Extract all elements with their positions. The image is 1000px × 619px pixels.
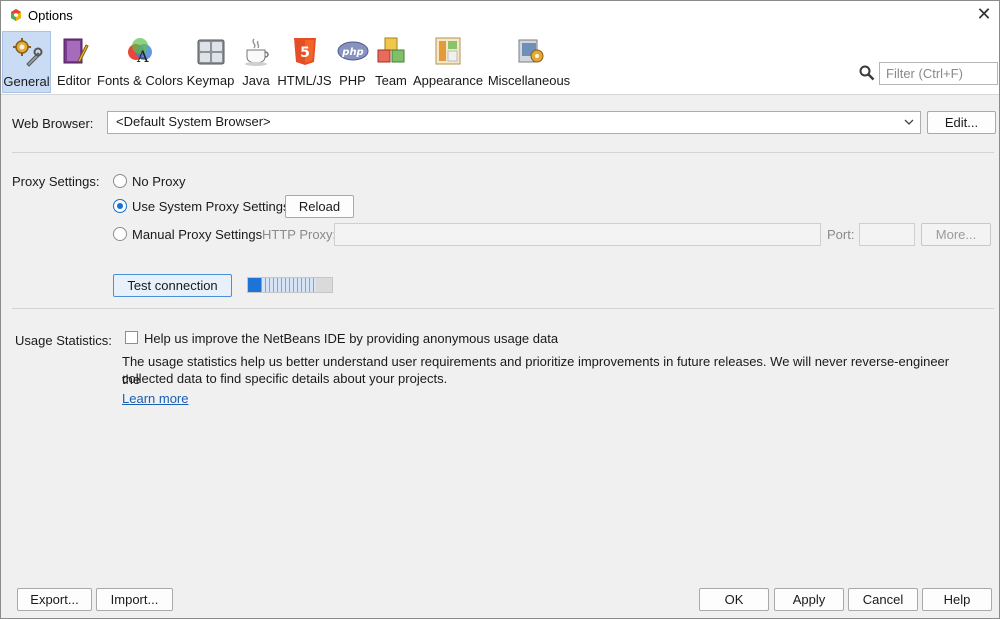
system-proxy-label: Use System Proxy Settings bbox=[132, 199, 290, 214]
chevron-down-icon bbox=[904, 119, 914, 125]
web-browser-label: Web Browser: bbox=[12, 116, 94, 131]
tab-keymap[interactable]: Keymap bbox=[186, 31, 235, 93]
tab-editor[interactable]: Editor bbox=[54, 31, 94, 93]
tab-editor-label: Editor bbox=[57, 73, 91, 88]
netbeans-logo-icon bbox=[11, 9, 21, 21]
usage-checkbox-label: Help us improve the NetBeans IDE by prov… bbox=[144, 331, 559, 346]
web-browser-value: <Default System Browser> bbox=[116, 114, 271, 129]
tab-fonts-colors[interactable]: A Fonts & Colors bbox=[97, 31, 183, 93]
usage-description-line2: collected data to find specific details … bbox=[122, 371, 448, 386]
http-proxy-input[interactable] bbox=[334, 223, 821, 246]
tab-appearance[interactable]: Appearance bbox=[412, 31, 484, 93]
keymap-icon bbox=[197, 39, 224, 65]
edit-browser-button[interactable]: Edit... bbox=[927, 111, 996, 134]
port-input[interactable] bbox=[859, 223, 915, 246]
general-icon bbox=[12, 38, 42, 67]
ok-button[interactable]: OK bbox=[699, 588, 769, 611]
test-connection-button[interactable]: Test connection bbox=[113, 274, 232, 297]
progress-fill bbox=[248, 278, 261, 292]
editor-icon bbox=[63, 38, 89, 64]
tab-team-label: Team bbox=[375, 73, 407, 88]
title-bar: Options ✕ bbox=[1, 1, 999, 31]
tab-miscellaneous-label: Miscellaneous bbox=[487, 73, 571, 88]
help-button[interactable]: Help bbox=[922, 588, 992, 611]
fonts-colors-icon: A bbox=[128, 38, 152, 66]
cancel-button[interactable]: Cancel bbox=[848, 588, 918, 611]
usage-statistics-checkbox[interactable] bbox=[125, 331, 138, 344]
tab-miscellaneous[interactable]: Miscellaneous bbox=[487, 31, 571, 93]
team-icon bbox=[377, 37, 405, 63]
filter-input[interactable] bbox=[879, 62, 998, 85]
close-window-button[interactable]: ✕ bbox=[973, 5, 995, 27]
svg-text:php: php bbox=[341, 47, 363, 58]
tab-java[interactable]: Java bbox=[240, 31, 272, 93]
connection-progress-bar bbox=[247, 277, 333, 293]
tab-php-label: PHP bbox=[339, 73, 366, 88]
proxy-settings-label: Proxy Settings: bbox=[12, 174, 100, 189]
options-window: Options ✕ General Editor A Fonts & Color… bbox=[0, 0, 1000, 619]
svg-text:A: A bbox=[136, 47, 149, 66]
tab-php[interactable]: php PHP bbox=[336, 31, 369, 93]
html5-icon: 5 bbox=[293, 38, 316, 65]
reload-button[interactable]: Reload bbox=[285, 195, 354, 218]
tab-fonts-colors-label: Fonts & Colors bbox=[97, 73, 183, 88]
tab-html-js-label: HTML/JS bbox=[277, 73, 332, 88]
manual-proxy-label: Manual Proxy Settings bbox=[132, 227, 263, 242]
http-proxy-label: HTTP Proxy: bbox=[262, 227, 337, 242]
java-icon bbox=[245, 38, 269, 66]
more-button[interactable]: More... bbox=[921, 223, 991, 246]
learn-more-link[interactable]: Learn more bbox=[122, 391, 188, 406]
window-title: Options bbox=[28, 8, 73, 23]
search-icon bbox=[859, 65, 875, 81]
tab-keymap-label: Keymap bbox=[186, 73, 235, 88]
svg-text:5: 5 bbox=[300, 45, 310, 61]
tab-general-label: General bbox=[3, 74, 50, 89]
miscellaneous-icon bbox=[518, 39, 544, 63]
tab-java-label: Java bbox=[242, 73, 270, 88]
php-icon: php bbox=[337, 41, 368, 61]
progress-stripes bbox=[261, 278, 316, 292]
tab-appearance-label: Appearance bbox=[412, 73, 484, 88]
export-button[interactable]: Export... bbox=[17, 588, 92, 611]
tab-team[interactable]: Team bbox=[373, 31, 409, 93]
web-browser-dropdown[interactable]: <Default System Browser> bbox=[107, 111, 921, 134]
no-proxy-radio[interactable] bbox=[113, 174, 127, 188]
system-proxy-radio[interactable] bbox=[113, 199, 127, 213]
tab-html-js[interactable]: 5 HTML/JS bbox=[277, 31, 332, 93]
appearance-icon bbox=[435, 37, 461, 65]
no-proxy-label: No Proxy bbox=[132, 174, 186, 189]
separator bbox=[12, 308, 994, 309]
manual-proxy-radio[interactable] bbox=[113, 227, 127, 241]
usage-statistics-label: Usage Statistics: bbox=[15, 333, 112, 348]
apply-button[interactable]: Apply bbox=[774, 588, 844, 611]
tab-general[interactable]: General bbox=[2, 31, 51, 93]
separator bbox=[12, 152, 994, 153]
category-toolbar: General Editor A Fonts & Colors Keymap J… bbox=[1, 31, 999, 95]
import-button[interactable]: Import... bbox=[96, 588, 173, 611]
port-label: Port: bbox=[827, 227, 855, 242]
